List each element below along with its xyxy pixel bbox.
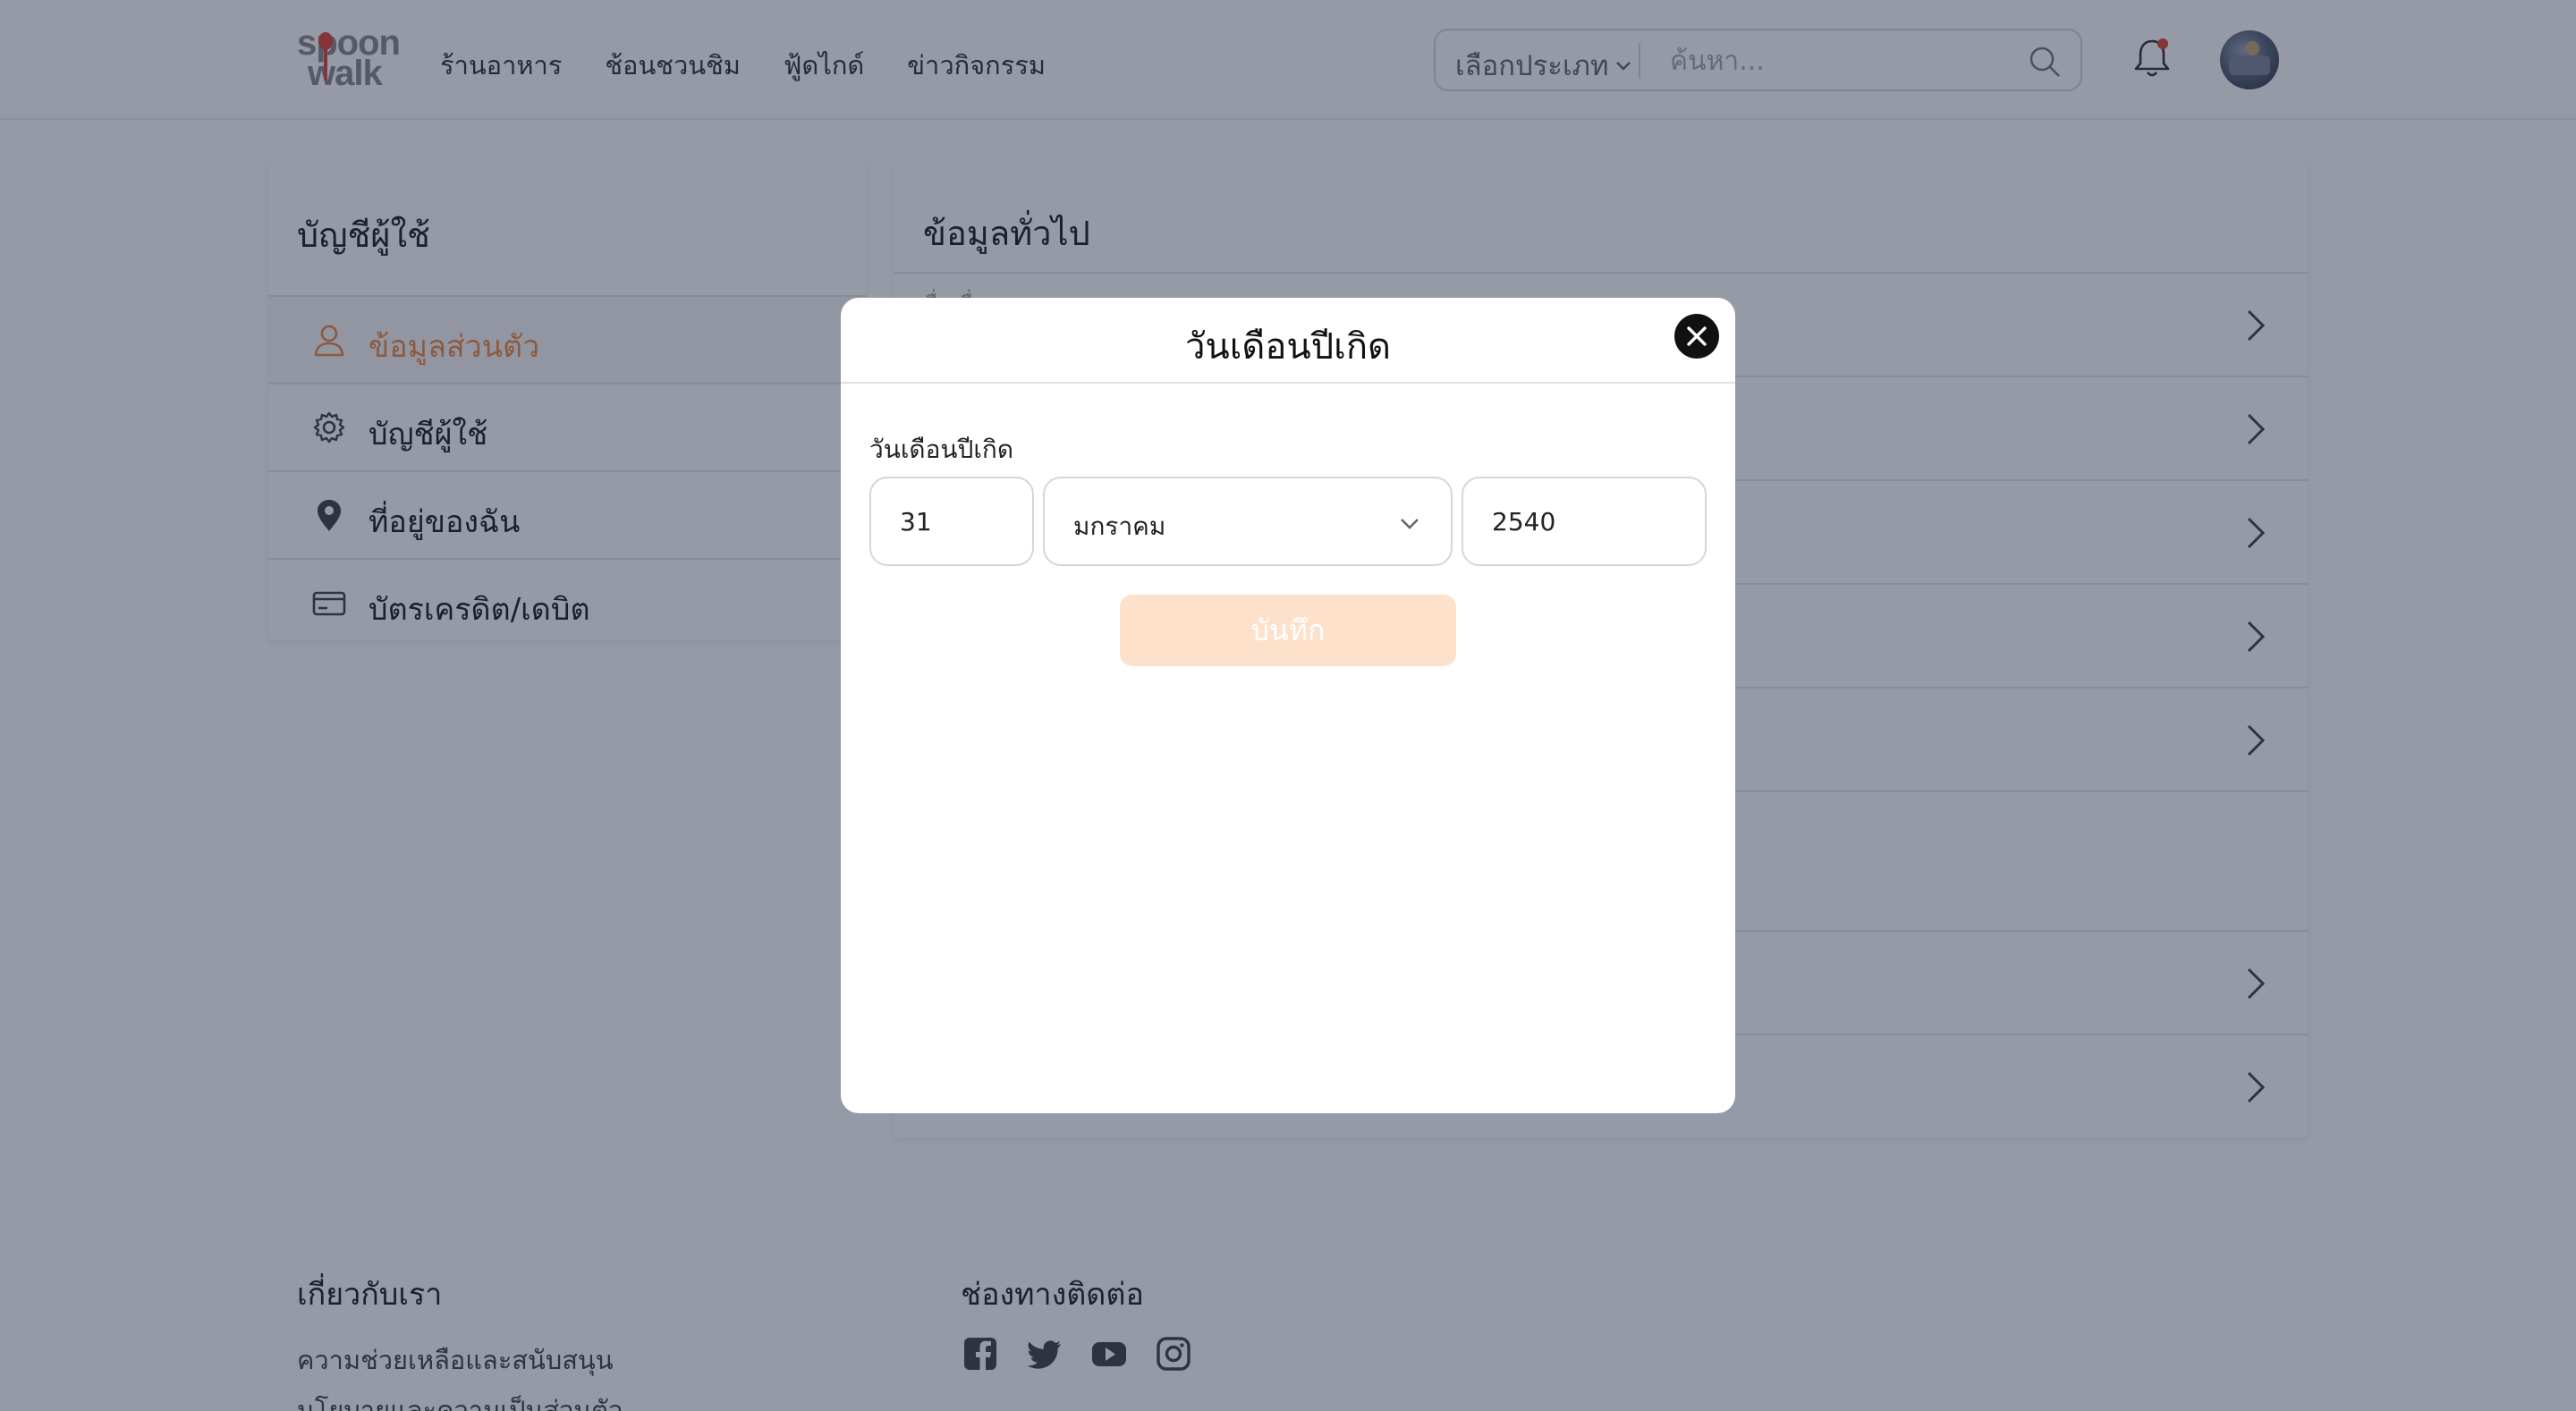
- day-value: 31: [900, 507, 932, 537]
- modal-title: วันเดือนปีเกิด: [1184, 326, 1392, 368]
- modal-header: วันเดือนปีเกิด: [841, 298, 1735, 384]
- year-value: 2540: [1492, 507, 1556, 537]
- chevron-down-icon: [1401, 519, 1419, 529]
- day-input[interactable]: 31: [869, 477, 1034, 566]
- close-icon: [1687, 326, 1707, 346]
- month-select[interactable]: มกราคม: [1043, 477, 1453, 566]
- year-input[interactable]: 2540: [1462, 477, 1707, 566]
- save-button[interactable]: บันทึก: [1120, 595, 1456, 666]
- birthdate-field-label: วันเดือนปีเกิด: [869, 435, 1014, 464]
- month-value: มกราคม: [1073, 511, 1166, 541]
- birthdate-modal: วันเดือนปีเกิด วันเดือนปีเกิด 31 มกราคม …: [841, 298, 1735, 1113]
- close-button[interactable]: [1674, 314, 1719, 359]
